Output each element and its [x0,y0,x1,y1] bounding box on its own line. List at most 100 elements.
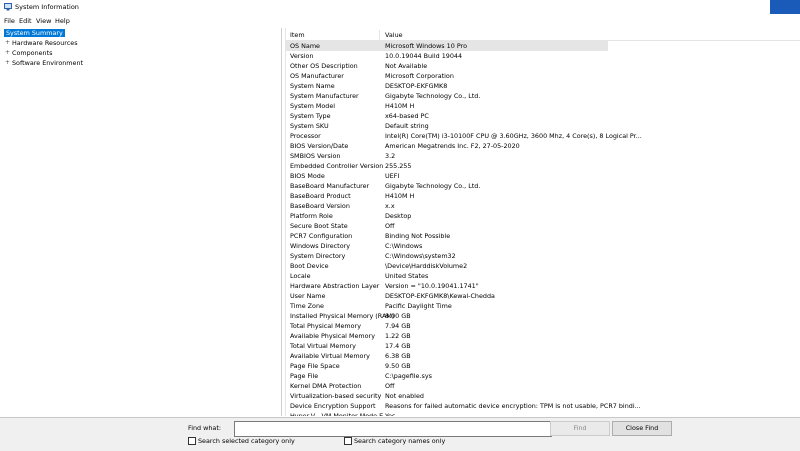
row-value: Desktop [385,212,412,220]
row-item: Total Virtual Memory [290,342,356,350]
table-row[interactable]: System Type x64-based PC [286,111,800,121]
table-row[interactable]: BIOS Mode UEFI [286,171,800,181]
table-row[interactable]: Total Physical Memory 7.94 GB [286,321,800,331]
menu-edit[interactable]: Edit [19,17,32,25]
row-value: C:\Windows\system32 [385,252,456,260]
row-value: Version = "10.0.19041.1741" [385,282,479,290]
row-item: System Type [290,112,331,120]
system-information-icon [4,3,12,11]
column-divider[interactable] [379,30,380,40]
table-row[interactable]: BIOS Version/Date American Megatrends Inc… [286,141,800,151]
table-row[interactable]: Page File C:\pagefile.sys [286,371,800,381]
window-accent [770,0,800,14]
menu-view[interactable]: View [36,17,51,25]
row-item: Total Physical Memory [290,322,361,330]
checkbox-label: Search selected category only [198,437,295,445]
row-value: Not Available [385,62,428,70]
table-row[interactable]: Available Physical Memory 1.22 GB [286,331,800,341]
tree-item-hardware-resources[interactable]: + Hardware Resources [4,39,78,48]
row-value: Pacific Daylight Time [385,302,452,310]
table-row[interactable]: BaseBoard Manufacturer Gigabyte Technolog… [286,181,800,191]
table-row[interactable]: Total Virtual Memory 17.4 GB [286,341,800,351]
expand-icon[interactable]: + [4,59,11,67]
row-item: Windows Directory [290,242,351,250]
table-row[interactable]: BaseBoard Product H410M H [286,191,800,201]
table-row[interactable]: System Name DESKTOP-EKFGMK8 [286,81,800,91]
table-row[interactable]: Hardware Abstraction Layer Version = "10.… [286,281,800,291]
row-item: PCR7 Configuration [290,232,353,240]
table-row[interactable]: Available Virtual Memory 6.38 GB [286,351,800,361]
table-row[interactable]: Windows Directory C:\Windows [286,241,800,251]
row-item: Processor [290,132,321,140]
table-row[interactable]: System SKU Default string [286,121,800,131]
table-row[interactable]: Hyper-V - VM Monitor Mode E... Yes [286,411,800,416]
checkbox-icon[interactable] [344,437,352,445]
column-header-value[interactable]: Value [385,31,403,39]
table-row[interactable]: System Manufacturer Gigabyte Technology C… [286,91,800,101]
search-selected-category-checkbox[interactable]: Search selected category only [188,437,295,445]
expand-icon[interactable]: + [4,39,11,47]
list-header: Item Value [286,30,800,41]
table-row[interactable]: Boot Device \Device\HarddiskVolume2 [286,261,800,271]
checkbox-icon[interactable] [188,437,196,445]
expand-icon[interactable]: + [4,49,11,57]
row-value: 10.0.19044 Build 19044 [385,52,463,60]
table-row[interactable]: Version 10.0.19044 Build 19044 [286,51,800,61]
row-value: 3.2 [385,152,396,160]
details-list[interactable]: Item Value OS Name Microsoft Windows 10 P… [285,28,800,416]
table-row[interactable]: OS Name Microsoft Windows 10 Pro [286,41,800,51]
row-value: 6.38 GB [385,352,411,360]
row-value: 7.94 GB [385,322,411,330]
row-item: Hardware Abstraction Layer [290,282,380,290]
table-row[interactable]: Embedded Controller Version 255.255 [286,161,800,171]
row-item: BaseBoard Manufacturer [290,182,370,190]
tree-item-software-environment[interactable]: + Software Environment [4,59,83,68]
row-value: Intel(R) Core(TM) i3-10100F CPU @ 3.60GH… [385,132,642,140]
table-row[interactable]: User Name DESKTOP-EKFGMK8\Kewal-Chedda [286,291,800,301]
tree-item-components[interactable]: + Components [4,49,52,58]
row-value: DESKTOP-EKFGMK8\Kewal-Chedda [385,292,495,300]
row-item: Virtualization-based security [290,392,382,400]
row-item: System Manufacturer [290,92,359,100]
row-item: BaseBoard Version [290,202,350,210]
row-value: UEFI [385,172,400,180]
table-row[interactable]: Virtualization-based security Not enabled [286,391,800,401]
table-row[interactable]: Locale United States [286,271,800,281]
menu-help[interactable]: Help [55,17,70,25]
tree-item-label: Components [12,49,53,57]
table-row[interactable]: Secure Boot State Off [286,221,800,231]
row-value: Gigabyte Technology Co., Ltd. [385,182,481,190]
table-row[interactable]: Other OS Description Not Available [286,61,800,71]
search-category-names-checkbox[interactable]: Search category names only [344,437,445,445]
table-row[interactable]: Kernel DMA Protection Off [286,381,800,391]
table-row[interactable]: Installed Physical Memory (RAM) 8.00 GB [286,311,800,321]
close-find-button[interactable]: Close Find [612,421,672,436]
table-row[interactable]: Device Encryption Support Reasons for fai… [286,401,800,411]
table-row[interactable]: Page File Space 9.50 GB [286,361,800,371]
category-tree[interactable]: System Summary + Hardware Resources + Comp… [2,28,282,416]
row-item: Secure Boot State [290,222,348,230]
table-row[interactable]: Processor Intel(R) Core(TM) i3-10100F CPU… [286,131,800,141]
row-item: Kernel DMA Protection [290,382,362,390]
checkbox-label: Search category names only [354,437,446,445]
column-header-item[interactable]: Item [290,31,305,39]
find-input[interactable] [234,421,552,437]
menu-bar: File Edit View Help [0,15,800,27]
table-row[interactable]: OS Manufacturer Microsoft Corporation [286,71,800,81]
table-row[interactable]: System Model H410M H [286,101,800,111]
table-row[interactable]: Platform Role Desktop [286,211,800,221]
find-button[interactable]: Find [550,421,610,436]
row-item: BIOS Mode [290,172,325,180]
table-row[interactable]: SMBIOS Version 3.2 [286,151,800,161]
row-item: Page File Space [290,362,340,370]
table-row[interactable]: Time Zone Pacific Daylight Time [286,301,800,311]
table-row[interactable]: System Directory C:\Windows\system32 [286,251,800,261]
row-item: Embedded Controller Version [290,162,384,170]
menu-file[interactable]: File [4,17,15,25]
row-value: 9.50 GB [385,362,411,370]
row-item: System SKU [290,122,329,130]
tree-item-system-summary[interactable]: System Summary [4,29,65,38]
row-item: BaseBoard Product [290,192,351,200]
table-row[interactable]: BaseBoard Version x.x [286,201,800,211]
table-row[interactable]: PCR7 Configuration Binding Not Possible [286,231,800,241]
